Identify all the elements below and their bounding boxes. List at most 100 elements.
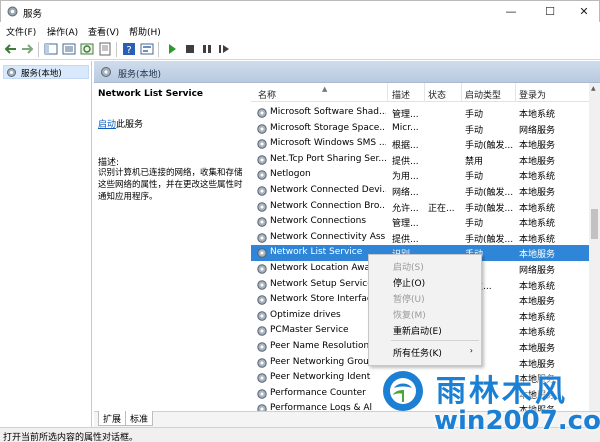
forward-arrow-icon[interactable]	[20, 42, 34, 56]
stop-service-icon[interactable]	[183, 42, 197, 56]
service-gear-icon	[256, 357, 268, 369]
tab-extended[interactable]: 扩展	[98, 411, 127, 426]
pause-service-icon[interactable]	[200, 42, 214, 56]
service-gear-icon	[256, 247, 268, 259]
menu-separator	[391, 340, 479, 341]
service-name-cell: Microsoft Storage Space...	[270, 122, 386, 133]
gear-icon	[6, 67, 17, 78]
service-description-cell: 管理...	[392, 110, 419, 120]
service-log-on-as-cell: 网络服务	[519, 266, 556, 276]
toolbar: ?	[0, 39, 600, 60]
column-divider[interactable]	[461, 83, 462, 102]
service-log-on-as-cell: 本地系统	[519, 234, 556, 245]
toolbar-separator	[38, 42, 39, 57]
table-row[interactable]: Microsoft Software Shad... 管理... 手动 本地系统	[251, 105, 589, 121]
service-gear-icon	[256, 372, 268, 384]
column-divider[interactable]	[387, 83, 388, 102]
refresh-icon[interactable]	[80, 42, 94, 56]
menu-item-resume[interactable]: 恢复(M)	[393, 308, 426, 321]
column-header-startup-type[interactable]: 启动类型	[465, 88, 501, 101]
service-gear-icon	[256, 232, 268, 244]
menu-item-start[interactable]: 启动(S)	[393, 260, 424, 273]
menu-help[interactable]: 帮助(H)	[129, 25, 161, 38]
service-name-cell: Microsoft Software Shad...	[270, 107, 386, 117]
table-row[interactable]: Network Connection Bro... 允许... 正在... 手动(触发…	[251, 199, 589, 215]
column-header-name[interactable]: 名称 ▲	[258, 85, 327, 101]
menu-item-all-tasks[interactable]: 所有任务(K)	[393, 346, 442, 359]
table-row[interactable]: Network Connected Devi... 网络... 手动(触发... 本地…	[251, 183, 589, 199]
service-name-cell: Network Connectivity Ass...	[270, 231, 386, 242]
column-header-description[interactable]: 描述	[392, 88, 410, 101]
pane-header: 服务(本地)	[94, 61, 600, 83]
restart-service-icon[interactable]	[217, 42, 231, 56]
column-header-log-on-as[interactable]: 登录为	[519, 88, 546, 101]
service-log-on-as-cell: 本地服务	[519, 344, 556, 354]
service-gear-icon	[256, 154, 268, 166]
service-gear-icon	[256, 185, 268, 197]
properties-icon[interactable]	[140, 42, 154, 56]
service-startup-type-cell: 手动(触发...	[465, 188, 514, 198]
service-gear-icon	[256, 388, 268, 400]
service-gear-icon	[256, 123, 268, 135]
service-description-cell: 为用...	[392, 172, 419, 183]
title-bar: 服务 — ☐ ✕	[0, 0, 600, 22]
service-gear-icon	[256, 279, 268, 291]
menu-item-restart[interactable]: 重新启动(E)	[393, 324, 442, 337]
menu-item-stop[interactable]: 停止(O)	[393, 276, 425, 289]
service-description-cell: 提供...	[392, 234, 419, 245]
menu-view[interactable]: 查看(V)	[88, 25, 119, 38]
maximize-button[interactable]: ☐	[534, 3, 566, 21]
back-arrow-icon[interactable]	[4, 42, 18, 56]
service-description-cell: 根据...	[392, 141, 419, 152]
watermark: 雨林木风 win2007.com	[378, 364, 600, 442]
tree-item-services-local[interactable]: 服务(本地)	[3, 65, 89, 79]
table-row[interactable]: Microsoft Windows SMS ... 根据... 手动(触发... 本地…	[251, 136, 589, 152]
menu-item-pause[interactable]: 暂停(U)	[393, 292, 425, 305]
service-description-cell: 网络...	[392, 188, 419, 198]
help-icon[interactable]: ?	[122, 42, 136, 56]
tab-standard[interactable]: 标准	[125, 411, 154, 426]
service-gear-icon	[256, 216, 268, 228]
column-divider[interactable]	[515, 83, 516, 102]
table-row[interactable]: Microsoft Storage Space... Micr... 手动 网络服务	[251, 121, 589, 137]
service-name-cell: Performance Logs & Al	[270, 403, 373, 411]
table-row[interactable]: Network Connectivity Ass... 提供... 手动(触发...…	[251, 230, 589, 246]
table-row[interactable]: Net.Tcp Port Sharing Ser... 提供... 禁用 本地服务	[251, 152, 589, 168]
service-log-on-as-cell: 本地服务	[519, 141, 556, 152]
start-service-link[interactable]: 启动	[98, 120, 116, 130]
list-view-icon[interactable]	[62, 42, 76, 56]
column-header-status[interactable]: 状态	[428, 88, 446, 101]
close-button[interactable]: ✕	[568, 3, 600, 21]
context-menu: 启动(S) 停止(O) 暂停(U) 恢复(M) 重新启动(E) 所有任务(K) …	[368, 254, 482, 366]
service-startup-type-cell: 禁用	[465, 156, 484, 167]
toolbar-separator	[116, 42, 117, 57]
services-app-icon	[6, 5, 19, 18]
start-service-icon[interactable]	[165, 42, 179, 56]
service-log-on-as-cell: 本地系统	[519, 219, 556, 230]
service-startup-type-cell: 手动(触发...	[465, 203, 514, 214]
minimize-button[interactable]: —	[495, 3, 527, 21]
toolbar-separator	[158, 42, 159, 57]
vertical-scrollbar[interactable]: ▲	[589, 83, 600, 411]
service-gear-icon	[256, 403, 268, 411]
export-list-icon[interactable]	[98, 42, 112, 56]
service-gear-icon	[256, 294, 268, 306]
svg-text:?: ?	[126, 45, 131, 56]
service-name-heading: Network List Service	[98, 89, 204, 99]
scroll-up-arrow-icon[interactable]: ▲	[591, 85, 596, 92]
service-log-on-as-cell: 本地系统	[519, 312, 556, 323]
service-startup-type-cell: 手动	[465, 110, 484, 120]
console-tree: 服务(本地)	[0, 61, 92, 427]
watermark-chinese-text: 雨林木风	[436, 374, 568, 409]
scrollbar-thumb[interactable]	[591, 209, 598, 239]
console-tree-icon[interactable]	[44, 42, 58, 56]
table-row[interactable]: Network Connections 管理... 手动 本地系统	[251, 214, 589, 230]
column-divider[interactable]	[424, 83, 425, 102]
table-row[interactable]: Netlogon 为用... 手动 本地系统	[251, 167, 589, 183]
sort-up-icon: ▲	[322, 85, 328, 93]
status-text: 打开当前所选内容的属性对话框。	[3, 433, 139, 442]
menu-action[interactable]: 操作(A)	[47, 25, 78, 38]
menu-file[interactable]: 文件(F)	[6, 25, 36, 38]
service-name-cell: Microsoft Windows SMS ...	[270, 138, 386, 149]
action-suffix: 此服务	[116, 120, 144, 130]
